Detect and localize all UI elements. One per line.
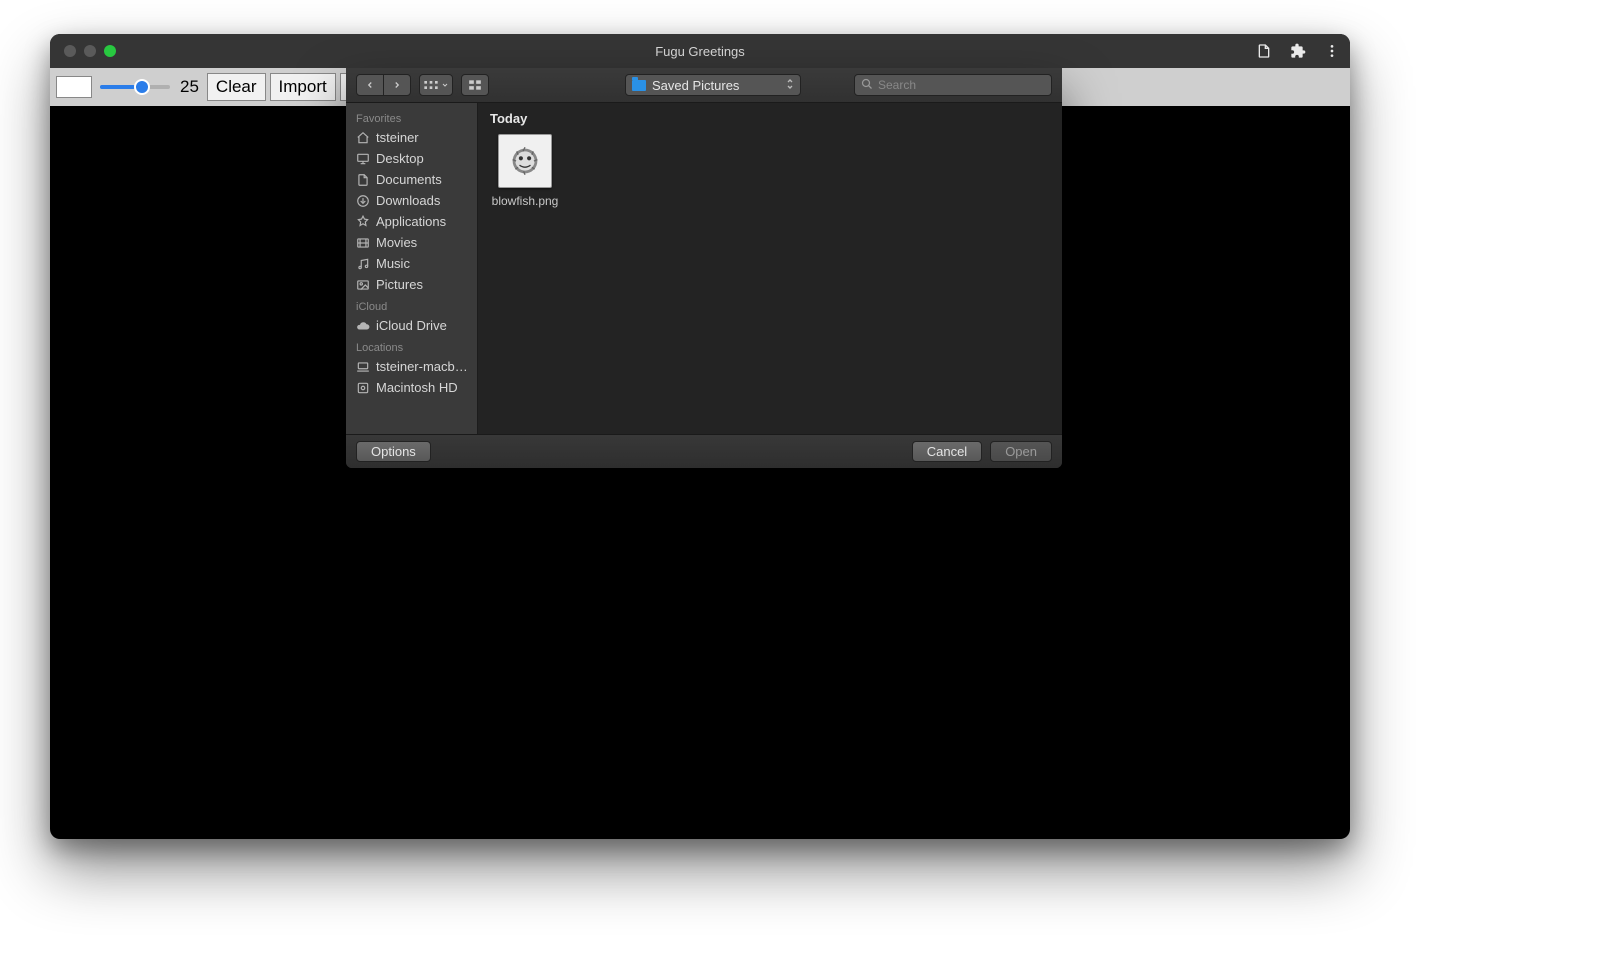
nav-back-button[interactable] bbox=[356, 74, 384, 96]
laptop-icon bbox=[356, 360, 370, 374]
music-icon bbox=[356, 257, 370, 271]
search-input[interactable] bbox=[878, 78, 1045, 92]
sidebar-item-movies[interactable]: Movies bbox=[346, 232, 477, 253]
search-box[interactable] bbox=[854, 74, 1052, 96]
sidebar-item-music[interactable]: Music bbox=[346, 253, 477, 274]
close-window-button[interactable] bbox=[64, 45, 76, 57]
nav-back-forward bbox=[356, 74, 411, 96]
disk-icon bbox=[356, 381, 370, 395]
extension-icon[interactable] bbox=[1290, 43, 1306, 59]
content-header: Today bbox=[490, 111, 1050, 126]
sidebar-item-label: tsteiner bbox=[376, 130, 419, 145]
brush-size-value: 25 bbox=[180, 77, 199, 97]
menu-dots-icon[interactable] bbox=[1324, 43, 1340, 59]
file-name-label: blowfish.png bbox=[492, 194, 559, 208]
sidebar-item-label: tsteiner-macb… bbox=[376, 359, 468, 374]
sidebar-item-applications[interactable]: Applications bbox=[346, 211, 477, 232]
file-item[interactable]: blowfish.png bbox=[490, 134, 560, 208]
sidebar-item-label: Movies bbox=[376, 235, 417, 250]
options-button[interactable]: Options bbox=[356, 441, 431, 462]
desktop-icon bbox=[356, 152, 370, 166]
window-controls bbox=[50, 45, 116, 57]
sidebar-item-label: Music bbox=[376, 256, 410, 271]
titlebar-right-icons bbox=[1256, 43, 1340, 59]
color-swatch[interactable] bbox=[56, 76, 92, 98]
sidebar-section-header: iCloud bbox=[346, 295, 477, 315]
search-icon bbox=[861, 78, 873, 93]
folder-icon bbox=[632, 80, 646, 91]
home-icon bbox=[356, 131, 370, 145]
dialog-body: Favorites tsteiner Desktop Documents Downloa… bbox=[346, 103, 1062, 434]
movie-icon bbox=[356, 236, 370, 250]
content-pane[interactable]: Today blowfish.png bbox=[478, 103, 1062, 434]
sidebar-item-label: iCloud Drive bbox=[376, 318, 447, 333]
import-button[interactable]: Import bbox=[270, 73, 336, 101]
clear-button[interactable]: Clear bbox=[207, 73, 266, 101]
pic-icon bbox=[356, 278, 370, 292]
cloud-icon bbox=[356, 319, 370, 333]
sidebar-section-header: Locations bbox=[346, 336, 477, 356]
titlebar: Fugu Greetings bbox=[50, 34, 1350, 68]
sidebar-item-label: Macintosh HD bbox=[376, 380, 458, 395]
sidebar-item-label: Pictures bbox=[376, 277, 423, 292]
dialog-footer: Options Cancel Open bbox=[346, 434, 1062, 468]
path-dropdown[interactable]: Saved Pictures bbox=[625, 74, 801, 96]
app-window: Fugu Greetings 25 Clear Import Export bbox=[50, 34, 1350, 839]
window-title: Fugu Greetings bbox=[50, 44, 1350, 59]
doc-icon bbox=[356, 173, 370, 187]
apps-icon bbox=[356, 215, 370, 229]
file-icon[interactable] bbox=[1256, 43, 1272, 59]
sidebar-item-desktop[interactable]: Desktop bbox=[346, 148, 477, 169]
view-mode-button[interactable] bbox=[419, 74, 453, 96]
file-open-dialog: Saved Pictures Favorites tsteiner Desktop D… bbox=[346, 68, 1062, 468]
sidebar-item-label: Documents bbox=[376, 172, 442, 187]
sidebar-item-tsteiner-macb-[interactable]: tsteiner-macb… bbox=[346, 356, 477, 377]
sidebar-item-label: Downloads bbox=[376, 193, 440, 208]
open-button[interactable]: Open bbox=[990, 441, 1052, 462]
sidebar[interactable]: Favorites tsteiner Desktop Documents Downloa… bbox=[346, 103, 478, 434]
sidebar-item-downloads[interactable]: Downloads bbox=[346, 190, 477, 211]
sidebar-item-macintosh-hd[interactable]: Macintosh HD bbox=[346, 377, 477, 398]
sidebar-item-label: Applications bbox=[376, 214, 446, 229]
cancel-button[interactable]: Cancel bbox=[912, 441, 982, 462]
sidebar-item-pictures[interactable]: Pictures bbox=[346, 274, 477, 295]
path-label: Saved Pictures bbox=[652, 78, 739, 93]
dialog-toolbar: Saved Pictures bbox=[346, 68, 1062, 103]
minimize-window-button[interactable] bbox=[84, 45, 96, 57]
brush-size-slider[interactable] bbox=[100, 85, 170, 89]
sidebar-item-label: Desktop bbox=[376, 151, 424, 166]
file-thumbnail bbox=[498, 134, 552, 188]
file-grid: blowfish.png bbox=[490, 134, 1050, 208]
sidebar-item-documents[interactable]: Documents bbox=[346, 169, 477, 190]
maximize-window-button[interactable] bbox=[104, 45, 116, 57]
group-by-button[interactable] bbox=[461, 74, 489, 96]
sidebar-item-tsteiner[interactable]: tsteiner bbox=[346, 127, 477, 148]
sidebar-section-header: Favorites bbox=[346, 107, 477, 127]
chevron-updown-icon bbox=[786, 78, 794, 93]
down-icon bbox=[356, 194, 370, 208]
nav-forward-button[interactable] bbox=[383, 74, 411, 96]
sidebar-item-icloud-drive[interactable]: iCloud Drive bbox=[346, 315, 477, 336]
